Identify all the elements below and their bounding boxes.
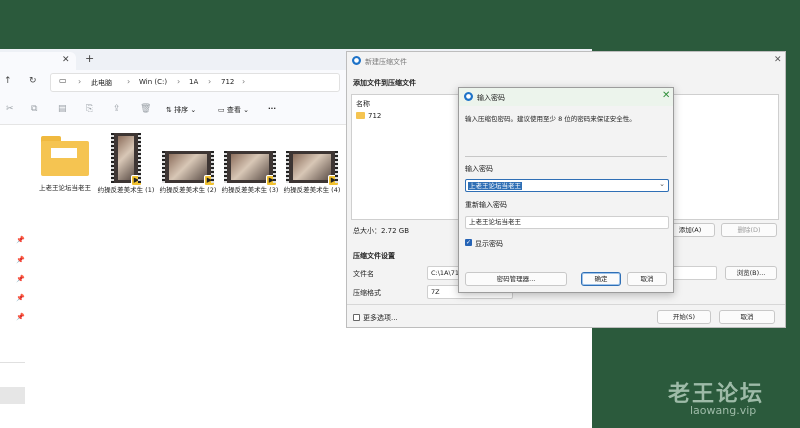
app-logo-icon: ● — [464, 92, 473, 101]
divider — [347, 304, 785, 305]
view-button[interactable]: ▭ 查看 ⌄ — [218, 105, 249, 115]
pin-icon[interactable]: 📌 — [16, 275, 25, 283]
password-value: 上老王论坛当老王 — [468, 182, 522, 190]
show-password-checkbox[interactable]: ✓ — [465, 239, 472, 246]
paste-icon[interactable]: ▤ — [58, 104, 67, 114]
cut-icon[interactable]: ✂ — [6, 104, 14, 114]
video-thumbnail-icon: ▶ — [286, 151, 339, 186]
filename-label: 文件名 — [353, 270, 374, 278]
archive-cancel-button[interactable]: 取消 — [719, 310, 775, 324]
chevron-down-icon[interactable]: ⌄ — [659, 180, 665, 188]
list-header-name: 名称 — [356, 100, 370, 108]
explorer-tab[interactable]: ✕ — [0, 52, 76, 70]
password-manager-button[interactable]: 密码管理器... — [465, 272, 567, 286]
delete-button[interactable]: 删除(D) — [721, 223, 777, 237]
video-thumbnail-icon: ▶ — [111, 133, 142, 186]
password-dialog: ● 输入密码 ✕ 输入压缩包密码。建议使用至少 8 位的密码来保证安全性。 输入… — [458, 87, 674, 293]
share-icon[interactable]: ⇪ — [113, 104, 121, 114]
navigation-pane: 📌 📌 📌 📌 📌 — [0, 126, 30, 428]
file-item-video[interactable]: ▶ 约操反差美术生 (1) — [95, 133, 157, 194]
reenter-password-label: 重新输入密码 — [465, 201, 507, 209]
section-add-files: 添加文件到压缩文件 — [353, 79, 416, 87]
format-label: 压缩格式 — [353, 289, 381, 297]
file-item-folder[interactable]: 上老王论坛当老王 — [34, 136, 96, 192]
close-icon[interactable]: ✕ — [662, 90, 670, 101]
media-badge-icon: ▶ — [328, 175, 339, 186]
tab-close-icon[interactable]: ✕ — [62, 55, 70, 65]
show-password-label[interactable]: 显示密码 — [475, 239, 503, 249]
breadcrumb-712[interactable]: 712 — [221, 78, 234, 86]
reenter-password-input[interactable]: 上老王论坛当老王 — [465, 216, 669, 229]
file-name: 约操反差美术生 (4) — [283, 186, 341, 194]
more-options-button[interactable]: ··· — [268, 105, 276, 113]
pin-icon[interactable]: 📌 — [16, 236, 25, 244]
section-archive-settings: 压缩文件设置 — [353, 252, 395, 260]
breadcrumb-separator-icon: › — [208, 77, 212, 86]
pin-icon[interactable]: 📌 — [16, 256, 25, 264]
browse-button[interactable]: 浏览(B)... — [725, 266, 777, 280]
dialog-title-bar: ● 输入密码 ✕ — [459, 88, 673, 106]
dialog-title: 新建压缩文件 — [365, 58, 407, 66]
folder-icon — [356, 112, 365, 119]
more-options-checkbox[interactable] — [353, 314, 360, 321]
start-button[interactable]: 开始(S) — [657, 310, 711, 324]
ok-button[interactable]: 确定 — [581, 272, 621, 286]
divider — [0, 362, 25, 363]
pin-icon[interactable]: 📌 — [16, 294, 25, 302]
dialog-title: 输入密码 — [477, 94, 505, 102]
sort-button[interactable]: ⇅ 排序 ⌄ — [166, 105, 196, 115]
rename-icon[interactable]: ⎘ — [86, 104, 93, 114]
breadcrumb-separator-icon: › — [127, 77, 131, 86]
up-arrow-icon[interactable]: ↑ — [4, 76, 12, 86]
password-cancel-button[interactable]: 取消 — [627, 272, 667, 286]
total-size: 总大小：2.72 GB — [353, 227, 410, 235]
refresh-icon[interactable]: ↻ — [29, 76, 37, 86]
file-name: 约操反差美术生 (2) — [159, 186, 217, 194]
file-name: 约操反差美术生 (3) — [221, 186, 279, 194]
pc-icon: ▭ — [59, 76, 67, 85]
close-icon[interactable]: ✕ — [774, 55, 782, 65]
dialog-title-bar: ● 新建压缩文件 ✕ — [347, 52, 785, 70]
enter-password-label: 输入密码 — [465, 165, 493, 173]
nav-selected-item[interactable] — [0, 387, 25, 404]
breadcrumb-separator-icon: › — [177, 77, 181, 86]
media-badge-icon: ▶ — [204, 175, 215, 186]
file-name: 上老王论坛当老王 — [39, 184, 91, 192]
file-item-video[interactable]: ▶ 约操反差美术生 (3) — [219, 151, 281, 194]
breadcrumb-separator-icon: › — [78, 77, 82, 86]
password-input[interactable]: 上老王论坛当老王 ⌄ — [465, 179, 669, 192]
file-item-video[interactable]: ▶ 约操反差美术生 (2) — [157, 151, 219, 194]
new-tab-icon[interactable]: + — [85, 52, 94, 65]
address-bar[interactable]: ▭ › 此电脑 › Win (C:) › 1A › 712 › — [50, 73, 340, 92]
media-badge-icon: ▶ — [131, 175, 142, 186]
video-thumbnail-icon: ▶ — [224, 151, 277, 186]
view-label: 查看 — [226, 106, 241, 114]
copy-icon[interactable]: ⧉ — [31, 104, 37, 114]
watermark-url: laowang.vip — [690, 404, 757, 417]
video-thumbnail-icon: ▶ — [162, 151, 215, 186]
divider — [465, 156, 667, 157]
sort-label: 排序 — [174, 106, 189, 114]
breadcrumb-1a[interactable]: 1A — [189, 78, 198, 86]
media-badge-icon: ▶ — [266, 175, 277, 186]
breadcrumb-separator-icon: › — [242, 77, 246, 86]
breadcrumb-this-pc[interactable]: 此电脑 — [91, 78, 112, 88]
app-logo-icon: ● — [352, 56, 361, 65]
file-name: 约操反差美术生 (1) — [97, 186, 155, 194]
more-options-label[interactable]: 更多选项... — [363, 313, 398, 323]
list-item-name: 712 — [368, 112, 382, 120]
folder-icon — [41, 136, 89, 176]
delete-icon[interactable]: 🗑 — [140, 104, 151, 114]
breadcrumb-drive-c[interactable]: Win (C:) — [139, 78, 167, 86]
pin-icon[interactable]: 📌 — [16, 313, 25, 321]
file-item-video[interactable]: ▶ 约操反差美术生 (4) — [281, 151, 343, 194]
password-hint: 输入压缩包密码。建议使用至少 8 位的密码来保证安全性。 — [465, 115, 636, 123]
